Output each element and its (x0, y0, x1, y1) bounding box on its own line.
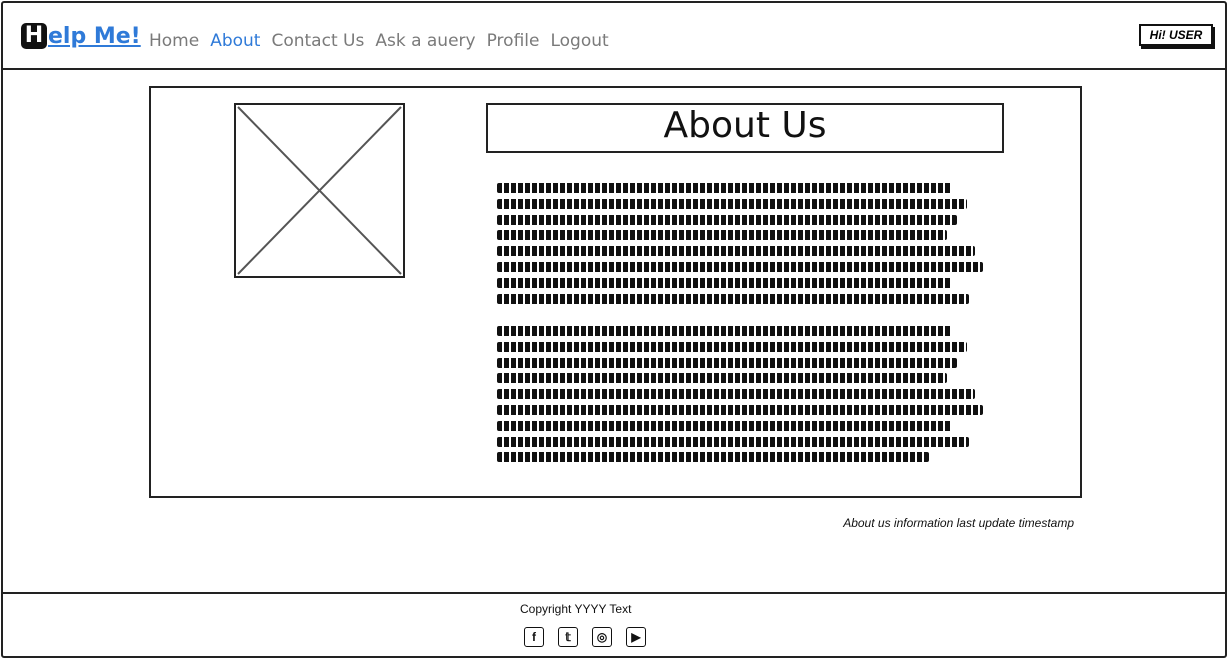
placeholder-text-line (497, 277, 952, 288)
placeholder-text-line (497, 404, 983, 415)
nav-profile[interactable]: Profile (487, 31, 540, 51)
nav-ask-a-query[interactable]: Ask a auery (375, 31, 475, 51)
page-title-box: About Us (486, 103, 1004, 153)
placeholder-text-line (497, 420, 952, 431)
page-title: About Us (663, 105, 827, 146)
main-nav: Home About Contact Us Ask a auery Profil… (149, 31, 609, 51)
logo-text: elp Me! (48, 23, 141, 49)
nav-contact-us[interactable]: Contact Us (271, 31, 364, 51)
nav-about[interactable]: About (210, 31, 260, 51)
placeholder-text-line (497, 214, 957, 225)
placeholder-text-line (497, 452, 929, 463)
placeholder-text-line (497, 261, 983, 272)
placeholder-text-line (497, 389, 975, 400)
social-links: f 𝕥 ◎ ▶ (524, 627, 646, 647)
placeholder-text-line (497, 341, 967, 352)
placeholder-text-line (497, 198, 967, 209)
placeholder-text-line (497, 436, 969, 447)
youtube-icon[interactable]: ▶ (626, 627, 646, 647)
copyright-text: Copyright YYYY Text (520, 602, 632, 616)
instagram-icon[interactable]: ◎ (592, 627, 612, 647)
user-greeting-button[interactable]: Hi! USER (1139, 24, 1213, 46)
logo-mark: H (21, 23, 47, 49)
nav-logout[interactable]: Logout (550, 31, 608, 51)
placeholder-text-line (497, 246, 975, 257)
page-frame: H elp Me! Home About Contact Us Ask a au… (1, 1, 1227, 658)
footer: Copyright YYYY Text f 𝕥 ◎ ▶ (3, 592, 1225, 656)
paragraph-2 (497, 326, 987, 468)
placeholder-text-line (497, 183, 952, 193)
twitter-icon[interactable]: 𝕥 (558, 627, 578, 647)
placeholder-text-line (497, 373, 947, 384)
placeholder-text-line (497, 326, 952, 336)
placeholder-text-line (497, 357, 957, 368)
placeholder-text-line (497, 293, 969, 304)
placeholder-text-line (497, 230, 947, 241)
nav-home[interactable]: Home (149, 31, 199, 51)
header: H elp Me! Home About Contact Us Ask a au… (3, 3, 1225, 70)
about-content-box: About Us (149, 86, 1082, 498)
facebook-icon[interactable]: f (524, 627, 544, 647)
image-placeholder-icon (234, 103, 405, 278)
logo-link[interactable]: H elp Me! (21, 23, 141, 49)
paragraph-1 (497, 183, 987, 309)
last-update-timestamp: About us information last update timesta… (843, 516, 1074, 530)
